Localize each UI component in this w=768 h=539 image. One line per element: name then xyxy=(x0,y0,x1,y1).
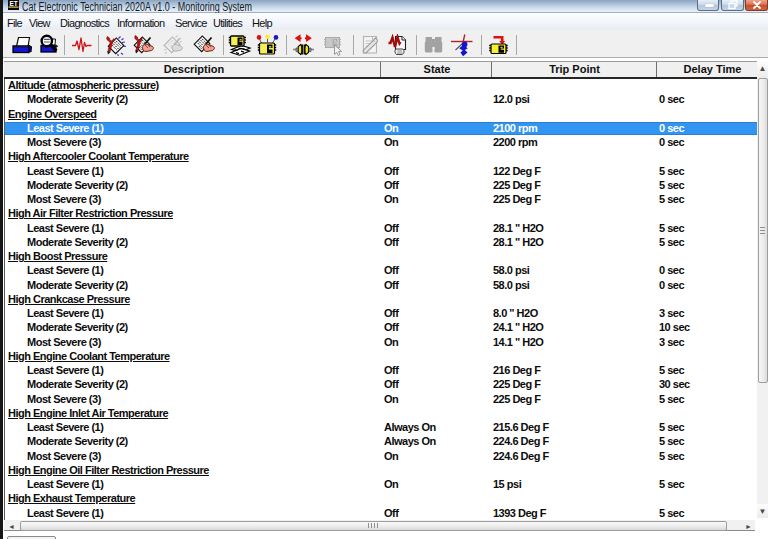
svg-text:ET: ET xyxy=(10,0,18,7)
